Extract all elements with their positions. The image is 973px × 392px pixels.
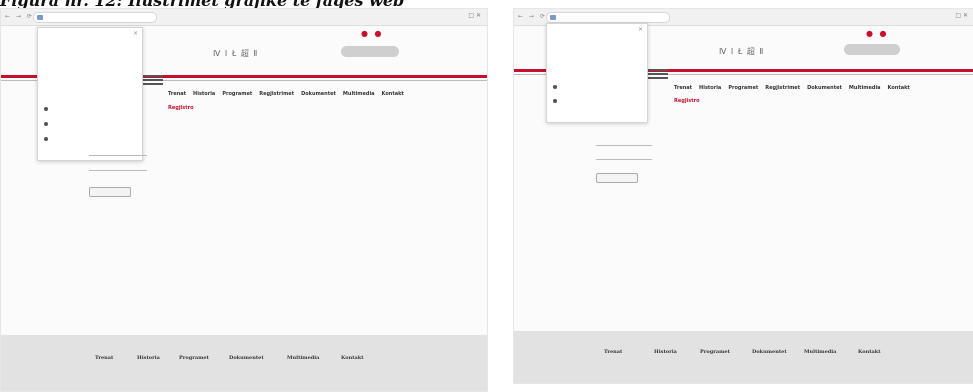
close-icon[interactable]: ×	[638, 26, 643, 33]
submenu-active[interactable]: Regjistro	[674, 98, 700, 104]
footer-heading[interactable]: Kontakt	[341, 355, 364, 361]
site-logo-text: Ⅳ Ⅰ Ł 超 Ⅱ	[213, 49, 259, 58]
menu-item-historia[interactable]: Historia	[699, 85, 721, 91]
footer-heading[interactable]: Trenat	[604, 349, 622, 355]
bullet-icon	[44, 107, 48, 111]
site-footer: Trenat Historia Programet Dokumentet Mul…	[1, 335, 487, 391]
form-field-2[interactable]	[596, 153, 652, 160]
footer-heading[interactable]: Trenat	[95, 355, 113, 361]
consent-popup: ×	[37, 27, 143, 161]
form-field-2[interactable]	[89, 164, 147, 171]
footer-heading[interactable]: Dokumentet	[752, 349, 787, 355]
bullet-icon	[553, 99, 557, 103]
menu-item-trenat[interactable]: Trenat	[674, 85, 692, 91]
menu-item-regjistrimet[interactable]: Regjistrimet	[765, 85, 800, 91]
brand-dots-icon: ● ●	[866, 29, 889, 38]
main-menu: Trenat Historia Programet Regjistrimet D…	[168, 91, 404, 97]
popup-item[interactable]	[44, 121, 52, 126]
site-logo[interactable]: Ⅳ Ⅰ Ł 超 Ⅱ	[213, 48, 258, 59]
menu-item-programet[interactable]: Programet	[728, 85, 758, 91]
search-button[interactable]	[341, 46, 399, 57]
menu-item-historia[interactable]: Historia	[193, 91, 215, 97]
submenu-active[interactable]: Regjistro	[168, 105, 194, 111]
close-icon[interactable]: ×	[133, 30, 138, 37]
brand-mark-icon	[141, 75, 163, 89]
lock-icon	[37, 15, 43, 20]
form-submit-button[interactable]	[89, 187, 131, 197]
bullet-icon	[553, 85, 557, 89]
main-menu: Trenat Historia Programet Regjistrimet D…	[674, 85, 910, 91]
screenshot-left: ← → ⟳ □ ✕ ● ● Ⅳ Ⅰ Ł 超 Ⅱ Trenat Historia …	[0, 8, 488, 392]
footer-heading[interactable]: Dokumentet	[229, 355, 264, 361]
menu-item-kontakt[interactable]: Kontakt	[382, 91, 404, 97]
menu-item-programet[interactable]: Programet	[222, 91, 252, 97]
footer-heading[interactable]: Kontakt	[858, 349, 881, 355]
address-bar[interactable]	[33, 12, 157, 23]
popup-item[interactable]	[553, 84, 561, 89]
browser-nav-buttons[interactable]: ← → ⟳	[5, 13, 34, 20]
popup-item[interactable]	[44, 136, 52, 141]
browser-toolbar: ← → ⟳ □ ✕	[1, 9, 487, 26]
menu-item-dokumentet[interactable]: Dokumentet	[807, 85, 842, 91]
window-controls[interactable]: □ ✕	[468, 12, 481, 19]
popup-item[interactable]	[553, 98, 561, 103]
address-bar[interactable]	[546, 12, 670, 23]
menu-item-trenat[interactable]: Trenat	[168, 91, 186, 97]
browser-nav-buttons[interactable]: ← → ⟳	[518, 13, 547, 20]
footer-heading[interactable]: Historia	[654, 349, 677, 355]
footer-heading[interactable]: Multimedia	[287, 355, 319, 361]
footer-heading[interactable]: Programet	[179, 355, 209, 361]
consent-popup: ×	[546, 23, 648, 123]
footer-heading[interactable]: Historia	[137, 355, 160, 361]
menu-item-regjistrimet[interactable]: Regjistrimet	[259, 91, 294, 97]
form-field-1[interactable]	[89, 149, 147, 156]
menu-item-multimedia[interactable]: Multimedia	[343, 91, 375, 97]
form-submit-button[interactable]	[596, 173, 638, 183]
brand-mark-icon	[646, 69, 668, 83]
menu-item-dokumentet[interactable]: Dokumentet	[301, 91, 336, 97]
menu-item-kontakt[interactable]: Kontakt	[888, 85, 910, 91]
window-controls[interactable]: □ ✕	[955, 12, 968, 19]
screenshot-right: ← → ⟳ □ ✕ ● ● Ⅳ Ⅰ Ł 超 Ⅱ Trenat Historia …	[513, 8, 973, 384]
bullet-icon	[44, 137, 48, 141]
site-footer: Trenat Historia Programet Dokumentet Mul…	[514, 331, 973, 383]
popup-item[interactable]	[44, 106, 52, 111]
brand-dots-icon: ● ●	[361, 29, 384, 38]
site-logo-text: Ⅳ Ⅰ Ł 超 Ⅱ	[719, 47, 765, 56]
site-logo[interactable]: Ⅳ Ⅰ Ł 超 Ⅱ	[719, 46, 764, 57]
lock-icon	[550, 15, 556, 20]
footer-heading[interactable]: Multimedia	[804, 349, 836, 355]
form-field-1[interactable]	[596, 139, 652, 146]
menu-item-multimedia[interactable]: Multimedia	[849, 85, 881, 91]
search-button[interactable]	[844, 44, 900, 55]
footer-heading[interactable]: Programet	[700, 349, 730, 355]
bullet-icon	[44, 122, 48, 126]
